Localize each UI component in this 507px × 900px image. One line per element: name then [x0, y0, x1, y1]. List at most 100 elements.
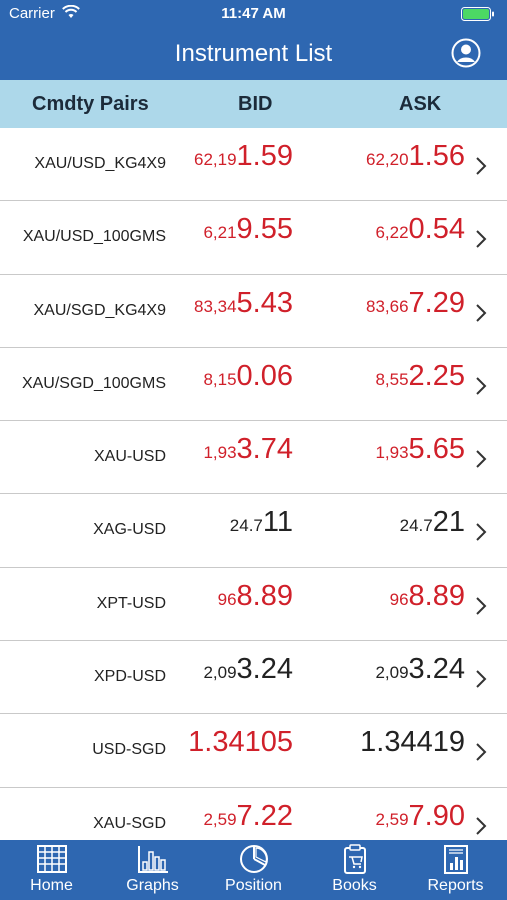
pair-name: XAU-USD: [93, 448, 166, 466]
instrument-row[interactable]: XAU/USD_100GMS 6,219.55 6,220.54: [0, 201, 507, 275]
instrument-row[interactable]: XAU/SGD_KG4X9 83,345.43 83,667.29: [0, 275, 507, 348]
bid-price: 1.34105: [188, 726, 293, 759]
profile-icon[interactable]: [451, 38, 481, 68]
tab-reports[interactable]: Reports: [405, 840, 506, 900]
instrument-row[interactable]: XAU/SGD_100GMS 8,150.06 8,552.25: [0, 348, 507, 422]
bid-price: 8,150.06: [203, 360, 293, 393]
instrument-row[interactable]: USD-SGD 1.34105 1.34419: [0, 714, 507, 788]
ask-main: 2.25: [408, 359, 465, 392]
bid-main: 8.89: [236, 579, 293, 612]
ask-main: 1.34419: [360, 726, 465, 759]
pair-name: XAU/USD_100GMS: [22, 228, 166, 246]
bid-price: 968.89: [218, 580, 293, 613]
pie-chart-icon: [239, 845, 268, 873]
bid-prefix: 2,09: [203, 663, 237, 683]
bid-prefix: 6,21: [203, 223, 237, 243]
instrument-row[interactable]: XAG-USD 24.7 11 24.721: [0, 494, 507, 568]
bid-main: 11: [262, 506, 293, 539]
chevron-right-icon: [476, 377, 487, 395]
ask-price: 6,220.54: [375, 213, 465, 246]
bid-prefix: 1,93: [203, 443, 237, 463]
page-title: Instrument List: [174, 40, 333, 67]
bid-prefix: 83,34: [194, 296, 237, 316]
bid-main: 0.06: [236, 359, 293, 392]
tab-graphs[interactable]: Graphs: [102, 840, 203, 900]
chevron-right-icon: [476, 450, 487, 468]
chevron-right-icon: [476, 743, 487, 762]
ask-price: 1.34419: [360, 726, 465, 759]
pair-name: XAU-SGD: [93, 814, 166, 832]
ask-prefix: 24.7: [399, 516, 433, 536]
pair-name: XAG-USD: [93, 521, 166, 539]
battery-icon: [461, 7, 494, 21]
instrument-row[interactable]: XAU-USD 1,933.74 1,935.65: [0, 421, 507, 495]
pair-name: XPT-USD: [96, 594, 166, 612]
instrument-list[interactable]: XAU/USD_KG4X9 62,191.59 62,201.56 XAU/US…: [0, 128, 507, 840]
status-bar: Carrier 11:47 AM: [0, 0, 507, 28]
ask-main: 1.56: [408, 140, 465, 172]
ask-main: 5.65: [408, 433, 465, 466]
tab-bar: Home Graphs Position Books Reports: [0, 840, 507, 900]
ask-price: 62,201.56: [366, 140, 465, 173]
chevron-right-icon: [476, 523, 487, 542]
bid-main: 1.34105: [188, 726, 293, 759]
nav-bar: Instrument List: [0, 28, 507, 80]
ask-prefix: 62,20: [366, 150, 409, 169]
ask-prefix: 8,55: [375, 369, 409, 389]
bid-prefix: 96: [217, 589, 237, 609]
tab-graphs-label: Graphs: [126, 877, 179, 894]
instrument-row[interactable]: XPD-USD 2,093.24 2,093.24: [0, 641, 507, 715]
bar-chart-icon: [137, 846, 168, 873]
bid-main: 3.74: [236, 433, 293, 466]
pair-name: XAU/SGD_100GMS: [21, 374, 166, 392]
column-header-bid: BID: [238, 93, 273, 115]
tab-position-label: Position: [225, 877, 282, 894]
ask-price: 968.89: [390, 580, 465, 613]
ask-main: 3.24: [408, 653, 465, 686]
ask-price: 1,935.65: [375, 433, 465, 466]
pair-name: XAU/USD_KG4X9: [34, 155, 166, 172]
ask-main: 8.89: [408, 579, 465, 612]
bid-main: 1.59: [236, 140, 293, 172]
instrument-row[interactable]: XAU/USD_KG4X9 62,191.59 62,201.56: [0, 128, 507, 202]
ask-prefix: 96: [389, 589, 409, 609]
clipboard-icon: [343, 844, 366, 874]
chevron-right-icon: [476, 816, 487, 835]
chevron-right-icon: [476, 157, 487, 175]
bid-prefix: 62,19: [194, 150, 237, 169]
bid-price: 2,597.22: [203, 800, 293, 833]
instrument-row[interactable]: XPT-USD 968.89 968.89: [0, 568, 507, 642]
chevron-right-icon: [476, 597, 487, 615]
pair-name: USD-SGD: [92, 741, 166, 759]
tab-home-label: Home: [30, 877, 73, 894]
bid-price: 6,219.55: [203, 213, 293, 246]
bid-price: 1,933.74: [203, 433, 293, 466]
tab-books-label: Books: [332, 877, 377, 894]
bid-main: 5.43: [236, 286, 293, 319]
pair-name: XAU/SGD_KG4X9: [33, 301, 167, 319]
bid-main: 7.22: [236, 799, 293, 832]
bid-prefix: 2,59: [203, 809, 237, 829]
ask-main: 7.29: [408, 286, 465, 319]
tab-books[interactable]: Books: [304, 840, 405, 900]
bid-price: 2,093.24: [203, 653, 293, 686]
status-time: 11:47 AM: [221, 5, 286, 22]
tab-position[interactable]: Position: [203, 840, 304, 900]
bid-prefix: 8,15: [203, 369, 237, 389]
ask-price: 8,552.25: [375, 360, 465, 393]
bid-price: 62,191.59: [194, 140, 293, 173]
ask-price: 2,093.24: [375, 653, 465, 686]
column-header-pairs: Cmdty Pairs: [32, 93, 149, 115]
ask-price: 2,597.90: [375, 800, 465, 833]
ask-prefix: 6,22: [375, 223, 409, 243]
pair-name: XPD-USD: [93, 668, 166, 686]
report-icon: [443, 845, 468, 874]
ask-prefix: 1,93: [375, 443, 409, 463]
ask-price: 24.721: [400, 506, 465, 539]
tab-home[interactable]: Home: [1, 840, 102, 900]
instrument-row[interactable]: XAU-SGD 2,597.22 2,597.90: [0, 788, 507, 840]
ask-prefix: 2,09: [375, 663, 409, 683]
column-header-ask: ASK: [399, 93, 442, 115]
ask-prefix: 2,59: [375, 809, 409, 829]
tab-reports-label: Reports: [427, 877, 484, 894]
